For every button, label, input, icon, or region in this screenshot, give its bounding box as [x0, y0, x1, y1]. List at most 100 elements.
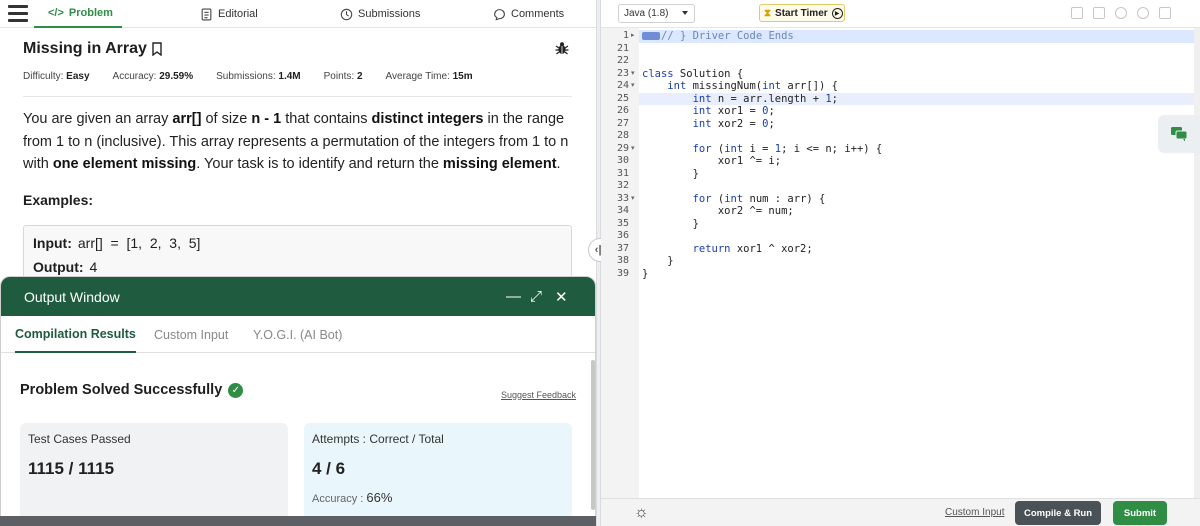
- suggest-feedback-link[interactable]: Suggest Feedback: [501, 390, 576, 400]
- report-bug-icon[interactable]: [554, 40, 570, 56]
- custom-input-link[interactable]: Custom Input: [945, 507, 1004, 518]
- code-line[interactable]: int missingNum(int arr[]) {: [639, 80, 1194, 93]
- line-number: 24: [616, 80, 629, 91]
- code-line[interactable]: xor2 ^= num;: [639, 205, 1194, 218]
- copy-icon[interactable]: [1071, 7, 1083, 19]
- chat-button[interactable]: [1158, 115, 1200, 153]
- tab-editorial[interactable]: Editorial: [200, 0, 258, 28]
- line-number: 26: [616, 105, 629, 116]
- expand-icon[interactable]: ⤢: [530, 288, 542, 305]
- minimize-icon[interactable]: —: [506, 288, 521, 305]
- code-line[interactable]: int xor2 = 0;: [639, 118, 1194, 131]
- points: Points: 2: [323, 71, 363, 82]
- code-line[interactable]: return xor1 ^ xor2;: [639, 243, 1194, 256]
- top-nav: </> Problem Editorial Submissions Commen…: [0, 0, 596, 28]
- tab-comments[interactable]: Comments: [493, 0, 564, 28]
- submit-button[interactable]: Submit: [1113, 501, 1167, 525]
- code-line[interactable]: // } Driver Code Ends: [639, 30, 1194, 43]
- code-line[interactable]: [639, 230, 1194, 243]
- fold-toggle-icon[interactable]: ▾: [631, 68, 635, 81]
- settings-icon[interactable]: [1115, 7, 1127, 19]
- tab-compilation-results[interactable]: Compilation Results: [15, 316, 136, 353]
- fullscreen-icon[interactable]: [1159, 7, 1171, 19]
- hamburger-menu-icon[interactable]: [8, 5, 28, 22]
- output-window-title: Output Window: [24, 288, 120, 305]
- close-icon[interactable]: ✕: [555, 288, 568, 306]
- code-line[interactable]: int xor1 = 0;: [639, 105, 1194, 118]
- line-number: 23: [616, 67, 629, 79]
- code-line[interactable]: for (int i = 1; i <= n; i++) {: [639, 143, 1194, 156]
- code-line[interactable]: [639, 43, 1194, 56]
- editor-toolbar: Java (1.8) ⧗ Start Timer ▶: [601, 0, 1200, 28]
- submissions-count: Submissions: 1.4M: [216, 71, 301, 82]
- code-line[interactable]: [639, 55, 1194, 68]
- chat-icon: [1171, 127, 1188, 142]
- tab-custom-input[interactable]: Custom Input: [154, 316, 228, 353]
- code-line[interactable]: }: [639, 255, 1194, 268]
- divider: [23, 96, 572, 97]
- line-number: 30: [616, 155, 629, 166]
- accuracy-row: Accuracy : 66%: [312, 490, 392, 505]
- code-line[interactable]: class Solution {: [639, 68, 1194, 81]
- tab-problem-label: Problem: [68, 7, 113, 19]
- code-icon: </>: [48, 7, 64, 19]
- code-line[interactable]: [639, 180, 1194, 193]
- tab-ai-bot[interactable]: Y.O.G.I. (AI Bot): [253, 316, 342, 353]
- accuracy-label: Accuracy :: [312, 493, 364, 505]
- attempts-value: 4 / 6: [312, 459, 346, 478]
- problem-title-row: Missing in Array: [23, 40, 163, 58]
- language-select[interactable]: Java (1.8): [618, 4, 695, 23]
- attempts-label: Attempts : Correct / Total: [312, 432, 444, 446]
- line-number: 36: [616, 230, 629, 241]
- line-number: 33: [616, 192, 629, 204]
- test-cases-card: Test Cases Passed 1115 / 1115: [20, 423, 288, 525]
- clock-icon: [340, 8, 353, 20]
- line-number: 22: [616, 55, 629, 66]
- line-number: 39: [616, 267, 629, 279]
- tab-submissions[interactable]: Submissions: [340, 0, 420, 28]
- fold-toggle-icon[interactable]: ▾: [631, 80, 635, 93]
- line-number: 28: [616, 130, 629, 141]
- fold-toggle-icon[interactable]: ▾: [631, 193, 635, 206]
- line-number: 27: [616, 117, 629, 129]
- output-tabs: Compilation Results Custom Input Y.O.G.I…: [1, 316, 595, 353]
- status-text: Problem Solved Successfully: [20, 382, 223, 398]
- play-circle-icon: ▶: [831, 7, 843, 19]
- example-output: Output: 4: [33, 259, 98, 275]
- tab-comments-label: Comments: [511, 8, 565, 20]
- timer-icon: ⧗: [764, 7, 772, 19]
- start-timer-button[interactable]: ⧗ Start Timer ▶: [759, 4, 845, 22]
- code-line[interactable]: xor1 ^= i;: [639, 155, 1194, 168]
- code-line[interactable]: }: [639, 218, 1194, 231]
- bottom-bar: [0, 516, 596, 526]
- fold-toggle-icon[interactable]: ▾: [631, 143, 635, 156]
- line-number: 1: [622, 30, 629, 41]
- tab-problem[interactable]: </> Problem: [34, 0, 122, 28]
- output-scrollbar[interactable]: [591, 360, 595, 510]
- test-cases-value: 1115 / 1115: [28, 459, 115, 478]
- output-window: Output Window — ⤢ ✕ Compilation Results …: [0, 276, 596, 526]
- theme-toggle-icon[interactable]: ☼: [634, 504, 649, 522]
- check-circle-icon: ✓: [228, 382, 244, 398]
- difficulty: Difficulty: Easy: [23, 71, 90, 82]
- fold-toggle-icon[interactable]: ▸: [631, 30, 635, 43]
- code-line[interactable]: }: [639, 168, 1194, 181]
- tab-submissions-label: Submissions: [358, 8, 421, 20]
- code-line[interactable]: int n = arr.length + 1;: [639, 92, 1194, 105]
- file-icon[interactable]: [1093, 7, 1105, 19]
- tab-editorial-label: Editorial: [218, 8, 258, 20]
- reset-icon[interactable]: [1137, 7, 1149, 19]
- line-number: 32: [616, 180, 629, 191]
- editor-scrollbar[interactable]: [1194, 28, 1200, 498]
- line-number: 21: [616, 42, 629, 54]
- code-line[interactable]: }: [639, 268, 1194, 281]
- examples-heading: Examples:: [23, 192, 94, 208]
- bookmark-icon[interactable]: [151, 42, 163, 56]
- collapsed-code-badge: [642, 32, 660, 40]
- code-line[interactable]: [639, 130, 1194, 143]
- test-cases-label: Test Cases Passed: [28, 432, 131, 446]
- compile-run-button[interactable]: Compile & Run: [1015, 501, 1101, 525]
- average-time: Average Time: 15m: [385, 71, 473, 82]
- code-line[interactable]: for (int num : arr) {: [639, 193, 1194, 206]
- line-number: 31: [616, 167, 629, 179]
